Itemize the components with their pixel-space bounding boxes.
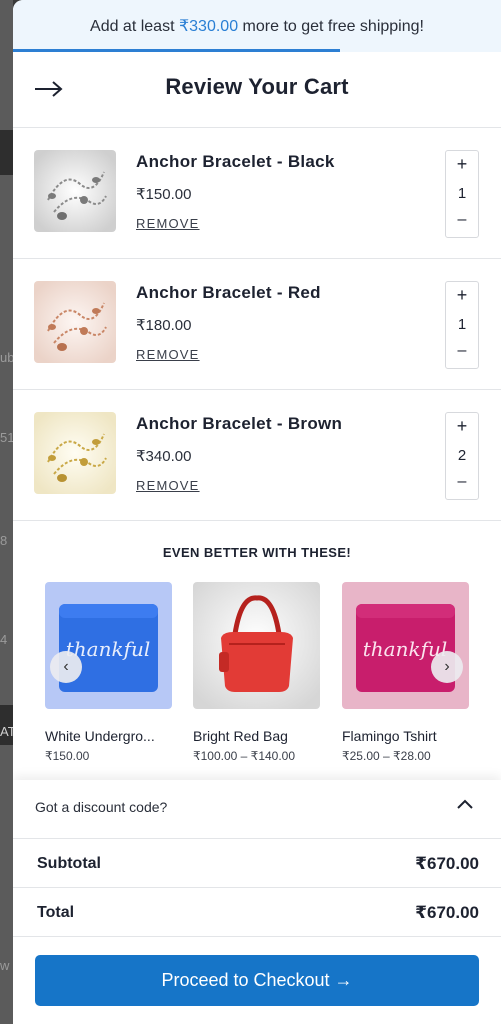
cart-drawer: Add at least ₹330.00 more to get free sh… <box>13 0 501 1024</box>
checkout-button[interactable]: Proceed to Checkout → <box>35 955 479 1006</box>
background-text: 51 <box>0 430 13 445</box>
quantity-stepper: + 1 – <box>445 150 479 238</box>
chevron-left-icon[interactable]: ‹ <box>50 651 82 683</box>
total-value: ₹670.00 <box>415 903 479 922</box>
background-text: 8 <box>0 533 8 548</box>
total-row: Total ₹670.00 <box>13 888 501 937</box>
free-shipping-message: Add at least ₹330.00 more to get free sh… <box>13 16 501 36</box>
product-name[interactable]: Bright Red Bag <box>193 728 320 744</box>
tshirt-blue-image[interactable]: thankful <box>45 582 172 709</box>
page-title: Review Your Cart <box>165 74 349 99</box>
bracelet-rose-gold-image[interactable] <box>34 281 116 363</box>
upsell-product[interactable]: Bright Red Bag ₹100.00 – ₹140.00 <box>193 582 320 763</box>
product-price: ₹25.00 – ₹28.00 <box>342 749 431 763</box>
discount-label: Got a discount code? <box>35 799 168 815</box>
background-text: 4 <box>0 632 8 647</box>
chevron-right-icon[interactable]: › <box>431 651 463 683</box>
background-text: w <box>0 958 10 973</box>
free-shipping-prefix: Add at least <box>90 18 179 35</box>
background-text: AT <box>0 724 13 739</box>
quantity-decrease-button[interactable]: – <box>446 473 478 491</box>
cart-item: Anchor Bracelet - Brown ₹340.00 REMOVE +… <box>13 390 501 521</box>
bracelet-silver-image[interactable] <box>34 150 116 232</box>
remove-link[interactable]: REMOVE <box>136 478 200 493</box>
quantity-increase-button[interactable]: + <box>446 416 478 437</box>
remove-link[interactable]: REMOVE <box>136 216 200 231</box>
quantity-value: 1 <box>457 185 467 202</box>
remove-link[interactable]: REMOVE <box>136 347 200 362</box>
upsell-section: EVEN BETTER WITH THESE! thankful White U… <box>13 521 501 779</box>
background-page: ub 51 8 4 AT w <box>0 0 13 1024</box>
subtotal-row: Subtotal ₹670.00 <box>13 839 501 888</box>
quantity-increase-button[interactable]: + <box>446 154 478 175</box>
product-price: ₹100.00 – ₹140.00 <box>193 749 296 763</box>
total-label: Total <box>37 904 75 921</box>
free-shipping-suffix: more to get free shipping! <box>238 18 424 35</box>
quantity-value: 1 <box>457 316 467 333</box>
subtotal-label: Subtotal <box>37 855 101 872</box>
item-name: Anchor Bracelet - Brown <box>136 414 343 433</box>
chevron-up-icon[interactable] <box>455 796 475 812</box>
discount-toggle[interactable]: Got a discount code? <box>13 780 501 839</box>
cart-item: Anchor Bracelet - Red ₹180.00 REMOVE + 1… <box>13 259 501 390</box>
free-shipping-bar: Add at least ₹330.00 more to get free sh… <box>13 0 501 52</box>
subtotal-value: ₹670.00 <box>415 854 479 873</box>
red-bag-image[interactable] <box>193 582 320 709</box>
quantity-decrease-button[interactable]: – <box>446 342 478 360</box>
cart-item: Anchor Bracelet - Black ₹150.00 REMOVE +… <box>13 128 501 259</box>
background-text: ub <box>0 350 13 365</box>
product-name[interactable]: Flamingo Tshirt <box>342 728 469 744</box>
product-price: ₹150.00 <box>45 749 90 763</box>
item-name: Anchor Bracelet - Red <box>136 283 321 302</box>
item-price: ₹150.00 <box>136 186 192 203</box>
background-block <box>0 130 13 175</box>
quantity-increase-button[interactable]: + <box>446 285 478 306</box>
product-name[interactable]: White Undergro... <box>45 728 172 744</box>
tshirt-pink-image[interactable]: thankful <box>342 582 469 709</box>
bracelet-gold-image[interactable] <box>34 412 116 494</box>
upsell-title: EVEN BETTER WITH THESE! <box>162 545 352 560</box>
item-name: Anchor Bracelet - Black <box>136 152 335 171</box>
item-price: ₹180.00 <box>136 317 192 334</box>
cart-header: Review Your Cart <box>13 52 501 128</box>
free-shipping-amount: ₹330.00 <box>178 18 239 35</box>
item-price: ₹340.00 <box>136 448 192 465</box>
cart-footer: Got a discount code? Subtotal ₹670.00 To… <box>13 780 501 1024</box>
quantity-stepper: + 1 – <box>445 281 479 369</box>
quantity-decrease-button[interactable]: – <box>446 211 478 229</box>
quantity-value: 2 <box>457 447 467 464</box>
quantity-stepper: + 2 – <box>445 412 479 500</box>
